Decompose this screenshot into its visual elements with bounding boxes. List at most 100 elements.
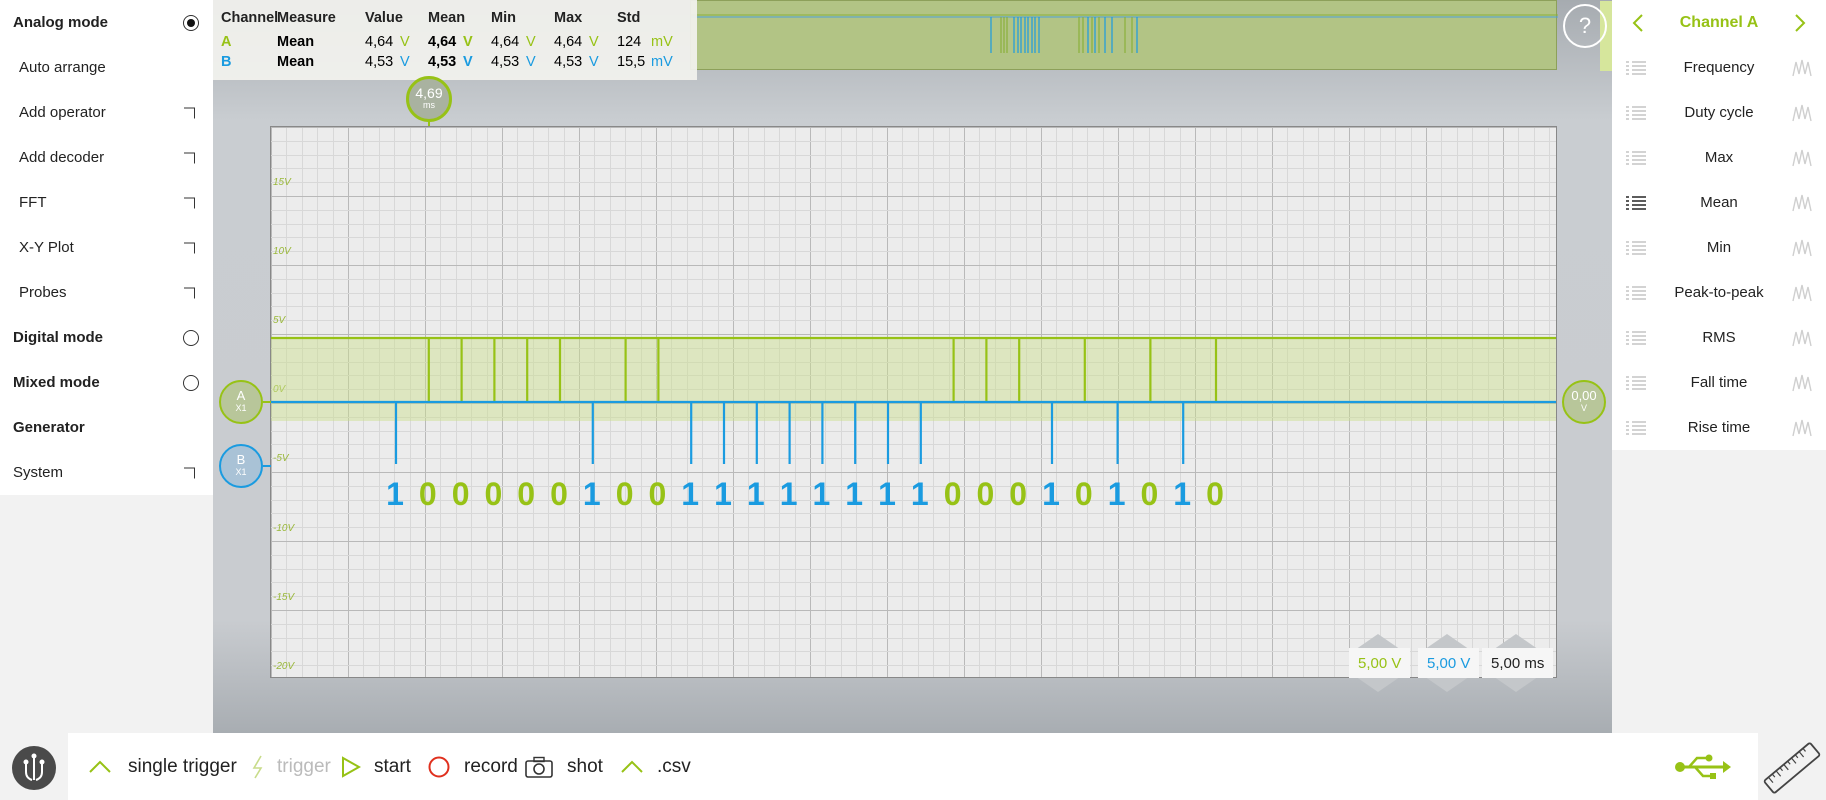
list-icon bbox=[1626, 420, 1646, 435]
measure-item-duty-cycle[interactable]: Duty cycle bbox=[1612, 90, 1826, 135]
measure-item-label: Max bbox=[1704, 149, 1734, 166]
add-decoder-item[interactable]: Add decoder bbox=[0, 135, 213, 180]
digital-mode-radio[interactable] bbox=[183, 329, 199, 346]
decoded-bit: 1 bbox=[681, 476, 700, 512]
auto-arrange-item[interactable]: Auto arrange bbox=[0, 45, 213, 90]
app-logo-icon[interactable] bbox=[12, 746, 56, 790]
time-scale[interactable]: 5,00 ms bbox=[1482, 648, 1554, 678]
header-min: Min bbox=[491, 10, 516, 26]
row-std: 15,5 bbox=[617, 54, 646, 70]
decoded-bit: 0 bbox=[1206, 476, 1224, 512]
row-std-unit: mV bbox=[651, 34, 673, 50]
channel-b-marker-stem bbox=[263, 465, 271, 467]
help-button[interactable]: ? bbox=[1563, 4, 1607, 48]
digital-mode-option[interactable]: Digital mode bbox=[0, 315, 213, 360]
row-value-unit: V bbox=[400, 54, 410, 70]
waveform-traces bbox=[271, 336, 1556, 464]
measure-item-min[interactable]: Min bbox=[1612, 225, 1826, 270]
channel-a-marker-probe: X1 bbox=[235, 403, 247, 413]
channel-a-marker-stem bbox=[263, 401, 271, 403]
waveform-icon bbox=[1792, 59, 1812, 76]
chevron-up-icon bbox=[621, 760, 643, 773]
lightning-icon bbox=[252, 755, 263, 778]
decoded-bit: 1 bbox=[910, 476, 929, 512]
xy-plot-label: X-Y Plot bbox=[19, 239, 74, 256]
channel-a-marker[interactable]: A X1 bbox=[219, 380, 263, 424]
list-icon bbox=[1626, 330, 1646, 345]
decoded-bit: 0 bbox=[451, 476, 470, 512]
list-icon bbox=[1626, 285, 1646, 300]
decoded-bit: 0 bbox=[418, 476, 437, 512]
waveform-icon bbox=[1792, 149, 1812, 166]
shot-button[interactable]: shot bbox=[525, 733, 603, 800]
channel-b-scale-value: 5,00 V bbox=[1427, 654, 1471, 672]
measure-item-fall-time[interactable]: Fall time bbox=[1612, 360, 1826, 405]
measure-item-rise-time[interactable]: Rise time bbox=[1612, 405, 1826, 450]
channel-b-scale[interactable]: 5,00 V bbox=[1418, 648, 1480, 678]
fft-item[interactable]: FFT bbox=[0, 180, 213, 225]
row-max-unit: V bbox=[589, 34, 599, 50]
decoded-bit: 1 bbox=[1107, 476, 1126, 512]
header-value: Value bbox=[365, 10, 403, 26]
probes-item[interactable]: Probes bbox=[0, 270, 213, 315]
add-operator-label: Add operator bbox=[19, 104, 106, 121]
decoded-bit: 1 bbox=[1042, 476, 1060, 512]
measure-item-max[interactable]: Max bbox=[1612, 135, 1826, 180]
chevron-right-icon bbox=[184, 107, 195, 118]
measure-item-label: Mean bbox=[1700, 194, 1738, 211]
measure-item-peak-to-peak[interactable]: Peak-to-peak bbox=[1612, 270, 1826, 315]
decoded-bit: 1 bbox=[779, 476, 798, 512]
generator-item[interactable]: Generator bbox=[0, 405, 213, 450]
decoded-bit: 0 bbox=[1140, 476, 1159, 512]
decoded-bit: 1 bbox=[845, 476, 864, 512]
decoded-bit: 1 bbox=[386, 476, 404, 512]
measure-item-mean[interactable]: Mean bbox=[1612, 180, 1826, 225]
mixed-mode-radio[interactable] bbox=[183, 374, 199, 391]
mixed-mode-option[interactable]: Mixed mode bbox=[0, 360, 213, 405]
waveform-icon bbox=[1792, 239, 1812, 256]
waveform-icon bbox=[1792, 284, 1812, 301]
trigger-time-unit: ms bbox=[423, 100, 435, 110]
add-operator-item[interactable]: Add operator bbox=[0, 90, 213, 135]
decoded-bit: 0 bbox=[484, 476, 503, 512]
decoded-bit: 0 bbox=[615, 476, 634, 512]
xy-plot-item[interactable]: X-Y Plot bbox=[0, 225, 213, 270]
header-measure: Measure bbox=[277, 10, 336, 26]
list-icon bbox=[1626, 105, 1646, 120]
single-trigger-label: single trigger bbox=[128, 755, 237, 777]
row-max-unit: V bbox=[589, 54, 599, 70]
channel-a-scale[interactable]: 5,00 V bbox=[1349, 648, 1411, 678]
decoded-bit: 0 bbox=[648, 476, 667, 512]
digital-mode-label: Digital mode bbox=[13, 329, 104, 346]
analog-mode-radio[interactable] bbox=[183, 14, 199, 31]
trigger-time-marker[interactable]: 4,69 ms bbox=[406, 76, 452, 122]
decoded-bit: 0 bbox=[976, 476, 995, 512]
measure-item-label: Peak-to-peak bbox=[1674, 284, 1764, 301]
chevron-left-icon[interactable] bbox=[1632, 14, 1644, 32]
measure-item-label: Min bbox=[1706, 239, 1732, 256]
left-menu-panel: Analog mode Auto arrange Add operator Ad… bbox=[0, 0, 213, 495]
chevron-right-icon[interactable] bbox=[1794, 14, 1806, 32]
ruler-icon[interactable] bbox=[1760, 736, 1824, 800]
measure-item-rms[interactable]: RMS bbox=[1612, 315, 1826, 360]
fft-label: FFT bbox=[19, 194, 47, 211]
row-mean-unit: V bbox=[463, 54, 473, 70]
decoded-bit: 0 bbox=[517, 476, 536, 512]
trigger-label: trigger bbox=[277, 755, 331, 777]
trigger-button[interactable]: trigger bbox=[251, 733, 331, 800]
csv-export-button[interactable]: .csv bbox=[621, 733, 691, 800]
timeline-overview[interactable] bbox=[690, 0, 1826, 71]
header-mean: Mean bbox=[428, 10, 466, 26]
analog-mode-option[interactable]: Analog mode bbox=[0, 0, 213, 45]
measure-item-frequency[interactable]: Frequency bbox=[1612, 45, 1826, 90]
trigger-level-unit: V bbox=[1580, 403, 1587, 413]
row-min: 4,64 bbox=[491, 34, 520, 50]
waveform-icon bbox=[1792, 374, 1812, 391]
trigger-level-marker[interactable]: 0,00 V bbox=[1562, 380, 1606, 424]
list-icon bbox=[1626, 60, 1646, 75]
single-trigger-button[interactable]: single trigger bbox=[89, 733, 237, 800]
waveform-plot[interactable]: 15V 10V 5V 0V -5V -10V -15V -20V bbox=[270, 126, 1557, 678]
record-button[interactable]: record bbox=[428, 733, 518, 800]
list-icon bbox=[1626, 375, 1646, 390]
start-button[interactable]: start bbox=[341, 733, 411, 800]
